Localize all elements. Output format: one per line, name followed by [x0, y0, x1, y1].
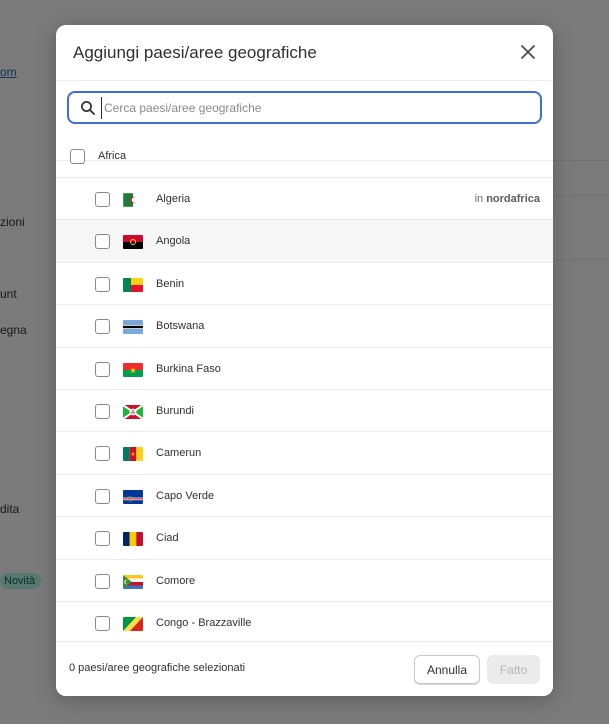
cameroon-flag-icon [123, 447, 143, 462]
country-row-congo-brazzaville[interactable]: Congo - Brazzaville [56, 602, 553, 641]
cape-verde-flag-icon [123, 489, 143, 504]
region-checkbox[interactable] [70, 149, 85, 164]
country-label: Burkina Faso [156, 362, 221, 375]
country-row-chad[interactable]: Ciad [56, 517, 553, 560]
benin-flag-icon [123, 277, 143, 292]
country-checkbox[interactable] [95, 403, 110, 419]
modal-title: Aggiungi paesi/aree geografiche [73, 43, 317, 62]
country-label: Camerun [156, 447, 202, 460]
algeria-flag-icon [123, 193, 143, 207]
country-row-burundi[interactable]: Burundi [56, 390, 553, 433]
botswana-flag-icon [123, 320, 143, 335]
country-label: Ciad [156, 532, 179, 545]
country-row-burkina-faso[interactable]: Burkina Faso [56, 348, 553, 390]
close-button[interactable] [515, 39, 541, 65]
country-label: Comore [156, 574, 196, 587]
cancel-button[interactable]: Annulla [414, 655, 480, 684]
country-label: Congo - Brazzaville [156, 616, 252, 629]
country-row-benin[interactable]: Benin [56, 263, 553, 306]
region-note-name: nordafrica [486, 193, 540, 205]
country-checkbox[interactable] [95, 234, 110, 250]
country-row-botswana[interactable]: Botswana [56, 305, 553, 348]
congo-brazzaville-flag-icon [123, 616, 143, 631]
country-row-cape-verde[interactable]: Capo Verde [56, 475, 553, 518]
add-countries-modal: Aggiungi paesi/aree geografiche Africa [56, 25, 553, 696]
search-input[interactable] [101, 97, 531, 119]
country-label: Burundi [156, 404, 194, 417]
country-checkbox[interactable] [95, 319, 110, 335]
country-label: Botswana [156, 320, 205, 333]
country-row-algeria[interactable]: Algeria in nordafrica [56, 178, 553, 221]
region-row-africa[interactable]: Africa [56, 135, 553, 178]
country-list: Africa Algeria in nordafrica Angola Beni… [56, 135, 553, 641]
country-checkbox[interactable] [95, 531, 110, 547]
country-label: Algeria [156, 193, 191, 205]
search-field[interactable] [67, 91, 542, 124]
close-icon [521, 45, 535, 59]
country-checkbox[interactable] [95, 615, 110, 631]
country-checkbox[interactable] [95, 276, 110, 292]
country-label: Capo Verde [156, 489, 215, 502]
region-note-prefix: in [474, 193, 484, 205]
comoros-flag-icon [123, 574, 143, 589]
modal-header: Aggiungi paesi/aree geografiche [56, 25, 553, 81]
modal-footer: 0 paesi/aree geografiche selezionati Ann… [56, 641, 553, 696]
region-label: Africa [98, 150, 127, 162]
country-checkbox[interactable] [95, 192, 110, 207]
country-region-note: in nordafrica [475, 193, 540, 205]
chad-flag-icon [123, 532, 143, 547]
angola-flag-icon [123, 235, 143, 250]
country-row-cameroon[interactable]: Camerun [56, 432, 553, 475]
country-checkbox[interactable] [95, 446, 110, 462]
selection-count: 0 paesi/aree geografiche selezionati [69, 662, 246, 674]
country-row-comoros[interactable]: Comore [56, 560, 553, 602]
country-checkbox[interactable] [95, 361, 110, 377]
country-label: Benin [156, 277, 185, 290]
country-checkbox[interactable] [95, 573, 110, 589]
country-label: Angola [156, 235, 191, 248]
country-row-angola[interactable]: Angola [56, 220, 553, 263]
done-button[interactable]: Fatto [487, 655, 540, 684]
search-icon [81, 101, 95, 115]
country-checkbox[interactable] [95, 488, 110, 504]
burkina-faso-flag-icon [123, 362, 143, 377]
burundi-flag-icon [123, 404, 143, 419]
